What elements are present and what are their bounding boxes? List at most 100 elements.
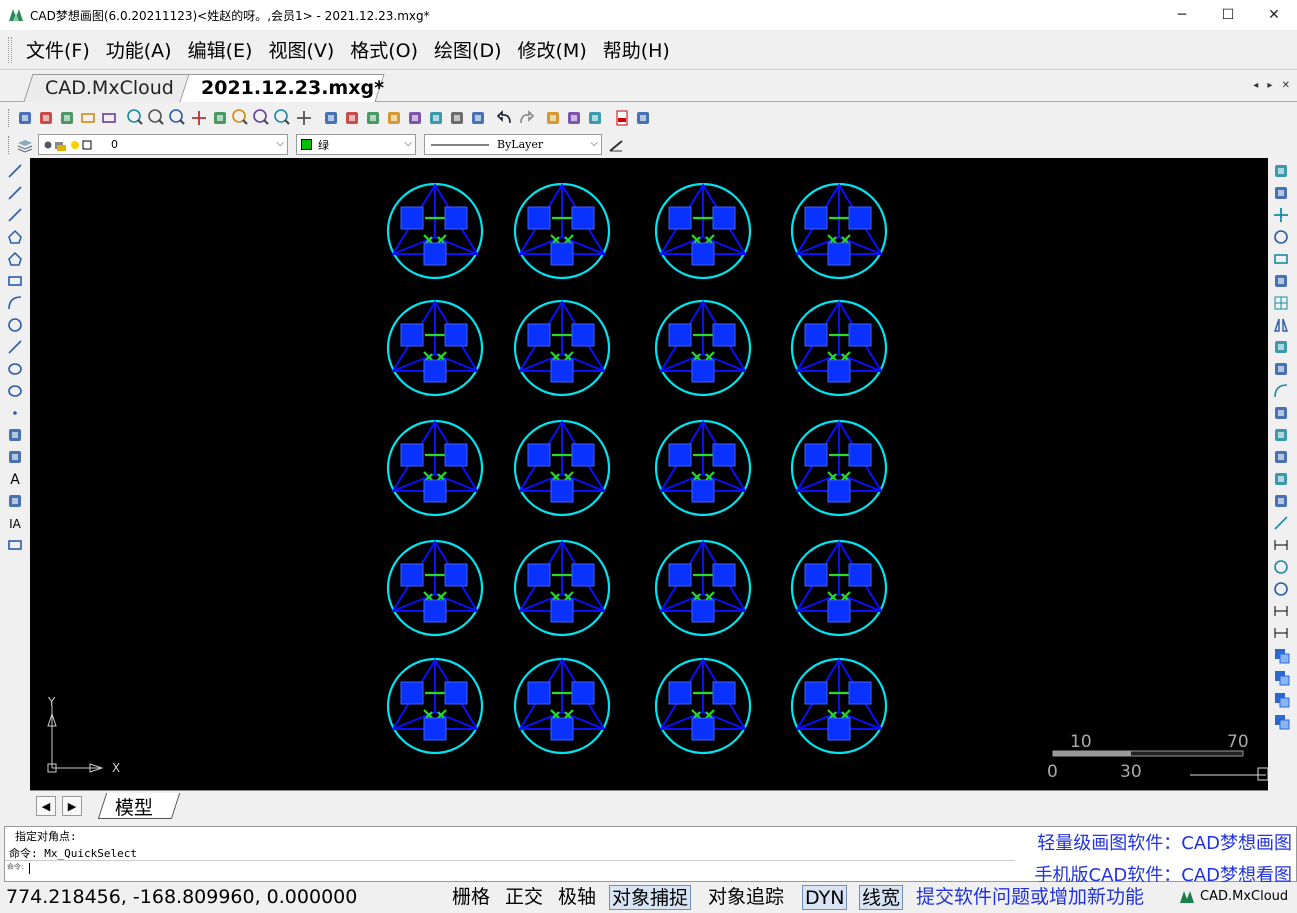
rectangle-icon[interactable] bbox=[4, 270, 26, 292]
mtext-icon[interactable]: IA bbox=[4, 512, 26, 534]
save-as-icon[interactable] bbox=[99, 108, 119, 128]
toolbar-grip[interactable] bbox=[8, 109, 11, 127]
dim-diameter-icon[interactable] bbox=[1270, 578, 1292, 600]
menu-view[interactable]: 视图(V) bbox=[260, 36, 342, 63]
extend-icon[interactable] bbox=[1270, 424, 1292, 446]
layer-manager-icon[interactable] bbox=[15, 135, 35, 155]
tab-cad-mxcloud[interactable]: CAD.MxCloud bbox=[23, 74, 193, 102]
close-button[interactable]: ✕ bbox=[1251, 0, 1297, 30]
brand-label[interactable]: CAD.MxCloud bbox=[1180, 889, 1288, 904]
zoom-window-icon[interactable] bbox=[126, 108, 146, 128]
arc-icon[interactable] bbox=[4, 292, 26, 314]
draw-order-below-icon[interactable] bbox=[1270, 710, 1292, 732]
table-icon[interactable] bbox=[4, 534, 26, 556]
layer-select[interactable]: 0 ⌵ bbox=[38, 134, 288, 155]
text-icon[interactable]: A bbox=[4, 468, 26, 490]
hatch-icon[interactable] bbox=[4, 490, 26, 512]
status-polar-button[interactable]: 极轴 bbox=[556, 885, 598, 910]
ad-light-cad[interactable]: 轻量级画图软件：CAD梦想画图 bbox=[1037, 829, 1292, 855]
offset-icon[interactable] bbox=[1270, 270, 1292, 292]
move-icon[interactable] bbox=[1270, 204, 1292, 226]
measure-angle-icon[interactable] bbox=[210, 108, 230, 128]
break-icon[interactable] bbox=[1270, 468, 1292, 490]
construction-line-icon[interactable] bbox=[4, 182, 26, 204]
line-icon[interactable] bbox=[4, 160, 26, 182]
ellipse-icon[interactable] bbox=[4, 358, 26, 380]
rotate-icon[interactable] bbox=[1270, 226, 1292, 248]
polygon-icon[interactable] bbox=[4, 226, 26, 248]
dim-aligned-icon[interactable] bbox=[1270, 534, 1292, 556]
pdf-icon[interactable] bbox=[612, 108, 632, 128]
layout-next-button[interactable]: ▶ bbox=[62, 796, 82, 816]
menu-edit[interactable]: 编辑(E) bbox=[180, 36, 261, 63]
feedback-link[interactable]: 提交软件问题或增加新功能 bbox=[916, 885, 1144, 909]
zoom-in-icon[interactable] bbox=[168, 108, 188, 128]
pencil-icon[interactable] bbox=[321, 108, 341, 128]
open-folder-icon[interactable] bbox=[57, 108, 77, 128]
erase-icon[interactable] bbox=[1270, 160, 1292, 182]
status-ortho-button[interactable]: 正交 bbox=[503, 885, 545, 910]
linetype-select[interactable]: ByLayer ⌵ bbox=[424, 134, 602, 155]
draw-order-front-icon[interactable] bbox=[1270, 644, 1292, 666]
dim-radius-icon[interactable] bbox=[1270, 556, 1292, 578]
mirror-icon[interactable] bbox=[1270, 314, 1292, 336]
stretch-icon[interactable] bbox=[1270, 336, 1292, 358]
menu-help[interactable]: 帮助(H) bbox=[595, 36, 678, 63]
copy-icon[interactable] bbox=[1270, 182, 1292, 204]
dim-continue-icon[interactable] bbox=[1270, 622, 1292, 644]
join-icon[interactable] bbox=[1270, 490, 1292, 512]
undo-icon[interactable] bbox=[495, 108, 515, 128]
draw-order-above-icon[interactable] bbox=[1270, 688, 1292, 710]
status-otrack-button[interactable]: 对象追踪 bbox=[706, 885, 786, 910]
status-dyn-button[interactable]: DYN bbox=[802, 885, 848, 910]
new-icon[interactable] bbox=[15, 108, 35, 128]
chevron-down-icon[interactable]: ⌵ bbox=[590, 138, 598, 149]
save-icon[interactable] bbox=[78, 108, 98, 128]
open-icon[interactable] bbox=[36, 108, 56, 128]
command-window[interactable]: 指定对角点: 命令: Mx_QuickSelect 轻量级画图软件：CAD梦想画… bbox=[4, 826, 1297, 886]
circle-icon[interactable] bbox=[4, 314, 26, 336]
layers-stack-icon[interactable] bbox=[363, 108, 383, 128]
status-osnap-button[interactable]: 对象捕捉 bbox=[609, 885, 692, 910]
image-icon[interactable] bbox=[405, 108, 425, 128]
zoom-extents-icon[interactable] bbox=[231, 108, 251, 128]
draw-order-back-icon[interactable] bbox=[1270, 666, 1292, 688]
chevron-down-icon[interactable]: ⌵ bbox=[404, 138, 412, 149]
menu-format[interactable]: 格式(O) bbox=[342, 36, 426, 63]
properties-icon[interactable] bbox=[468, 108, 488, 128]
chevron-down-icon[interactable]: ⌵ bbox=[276, 138, 284, 149]
zoom-previous-icon[interactable] bbox=[273, 108, 293, 128]
trim-icon[interactable] bbox=[1270, 402, 1292, 424]
make-block-icon[interactable] bbox=[4, 446, 26, 468]
export-image-icon[interactable] bbox=[633, 108, 653, 128]
polyline-icon[interactable] bbox=[4, 204, 26, 226]
color-select[interactable]: 绿 ⌵ bbox=[296, 134, 416, 155]
format-painter-icon[interactable] bbox=[447, 108, 467, 128]
move-view-icon[interactable] bbox=[294, 108, 314, 128]
brush-icon[interactable] bbox=[384, 108, 404, 128]
spline-icon[interactable] bbox=[4, 336, 26, 358]
pentagon-icon[interactable] bbox=[4, 248, 26, 270]
lineweight-icon[interactable] bbox=[606, 135, 626, 155]
toolbar-grip[interactable] bbox=[8, 135, 11, 154]
grid-color-icon[interactable] bbox=[426, 108, 446, 128]
web-icon[interactable] bbox=[564, 108, 584, 128]
dim-angle-icon[interactable] bbox=[1270, 600, 1292, 622]
point-icon[interactable] bbox=[4, 402, 26, 424]
scale-icon[interactable] bbox=[1270, 248, 1292, 270]
menu-grip[interactable] bbox=[8, 36, 12, 63]
array-icon[interactable] bbox=[1270, 292, 1292, 314]
tab-navigation-controls[interactable]: ◂ ▸ ✕ bbox=[1253, 80, 1293, 91]
minimize-button[interactable]: ─ bbox=[1159, 0, 1205, 30]
menu-file[interactable]: 文件(F) bbox=[18, 36, 98, 63]
insert-block-icon[interactable] bbox=[4, 424, 26, 446]
tab-model[interactable]: 模型 bbox=[97, 793, 181, 819]
chamfer-icon[interactable] bbox=[1270, 358, 1292, 380]
tab-active-drawing[interactable]: 2021.12.23.mxg* bbox=[179, 74, 385, 102]
zoom-realtime-icon[interactable] bbox=[252, 108, 272, 128]
drawing-canvas[interactable]: Y X 10 70 0 30 bbox=[30, 158, 1268, 790]
status-grid-button[interactable]: 栅格 bbox=[450, 885, 492, 910]
menu-function[interactable]: 功能(A) bbox=[98, 36, 180, 63]
maximize-button[interactable]: ☐ bbox=[1205, 0, 1251, 30]
redo-icon[interactable] bbox=[516, 108, 536, 128]
